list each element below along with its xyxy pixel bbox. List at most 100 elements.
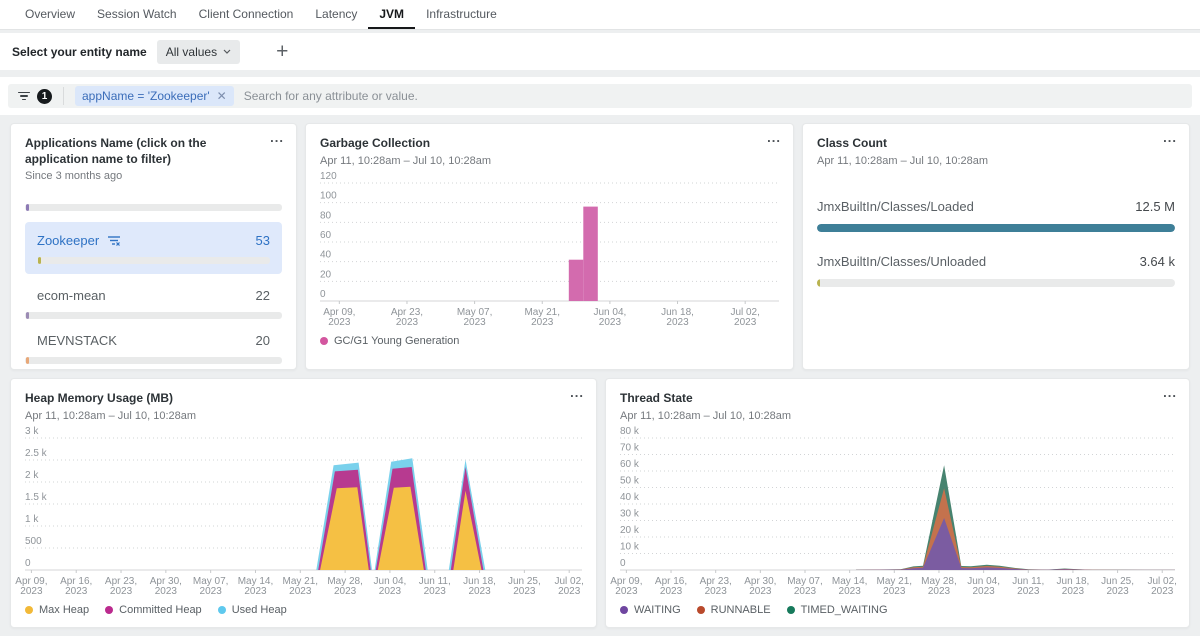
entity-values-dropdown[interactable]: All values (157, 40, 240, 64)
svg-text:2023: 2023 (1062, 586, 1085, 597)
garbage-collection-chart[interactable]: 020406080100120Apr 09,2023Apr 23,2023May… (320, 171, 779, 329)
legend-label: RUNNABLE (711, 604, 771, 616)
svg-text:2023: 2023 (424, 586, 447, 597)
svg-text:2023: 2023 (599, 317, 622, 328)
legend-dot-icon (218, 606, 226, 614)
ellipsis-menu-icon[interactable]: ... (767, 130, 781, 145)
app-item-ecom-mean[interactable]: ecom-mean 22 (25, 288, 282, 303)
svg-text:20: 20 (320, 269, 332, 280)
card-subtitle: Apr 11, 10:28am – Jul 10, 10:28am (620, 410, 1175, 422)
legend-item[interactable]: TIMED_WAITING (787, 604, 888, 616)
add-filter-button[interactable]: + (272, 41, 292, 62)
tab-session-watch[interactable]: Session Watch (86, 0, 188, 29)
tab-latency[interactable]: Latency (304, 0, 368, 29)
app-name: Zookeeper (37, 233, 99, 248)
legend-label: WAITING (634, 604, 681, 616)
legend-label: Max Heap (39, 604, 89, 616)
filter-band: 1 appName = 'Zookeeper' ✕ (0, 77, 1200, 115)
svg-text:2023: 2023 (334, 586, 357, 597)
svg-text:3 k: 3 k (25, 426, 39, 437)
filter-count-badge: 1 (37, 89, 52, 104)
svg-text:2 k: 2 k (25, 470, 39, 481)
legend-label: GC/G1 Young Generation (334, 335, 459, 347)
svg-text:60 k: 60 k (620, 459, 640, 470)
svg-text:10 k: 10 k (620, 541, 640, 552)
svg-text:2023: 2023 (558, 586, 581, 597)
svg-text:2023: 2023 (660, 586, 683, 597)
heap-memory-chart[interactable]: 05001 k1.5 k2 k2.5 k3 kApr 09,2023Apr 16… (25, 426, 582, 598)
app-item-mevnstack[interactable]: MEVNSTACK 20 (25, 333, 282, 348)
svg-text:80 k: 80 k (620, 426, 640, 437)
svg-text:2023: 2023 (531, 317, 554, 328)
tab-infrastructure[interactable]: Infrastructure (415, 0, 508, 29)
filter-remove-icon[interactable] (107, 235, 121, 247)
ellipsis-menu-icon[interactable]: ... (1163, 130, 1177, 145)
legend-item[interactable]: Used Heap (218, 604, 287, 616)
legend-item[interactable]: Committed Heap (105, 604, 202, 616)
class-count-list: JmxBuiltIn/Classes/Loaded 12.5 M JmxBuil… (803, 167, 1189, 287)
thread-state-chart[interactable]: 010 k20 k30 k40 k50 k60 k70 k80 kApr 09,… (620, 426, 1175, 598)
legend-dot-icon (320, 337, 328, 345)
card-title: Garbage Collection (320, 136, 779, 152)
legend-item[interactable]: GC/G1 Young Generation (320, 335, 459, 347)
ellipsis-menu-icon[interactable]: ... (1163, 385, 1177, 400)
svg-text:2023: 2023 (20, 586, 43, 597)
svg-text:2023: 2023 (1106, 586, 1129, 597)
legend-item[interactable]: Max Heap (25, 604, 89, 616)
svg-text:40: 40 (320, 249, 332, 260)
metric-bar (817, 224, 1175, 232)
legend-label: TIMED_WAITING (801, 604, 888, 616)
facet-bar (25, 204, 282, 211)
svg-text:2023: 2023 (65, 586, 88, 597)
metric-label: JmxBuiltIn/Classes/Loaded (817, 199, 974, 214)
chart-legend: Max Heap Committed Heap Used Heap (11, 598, 596, 616)
metric-label: JmxBuiltIn/Classes/Unloaded (817, 254, 986, 269)
filter-chip-label: appName = 'Zookeeper' (82, 89, 210, 103)
svg-text:2023: 2023 (244, 586, 267, 597)
svg-text:2023: 2023 (396, 317, 419, 328)
svg-text:2023: 2023 (734, 317, 757, 328)
search-input[interactable] (244, 89, 1182, 103)
legend-dot-icon (787, 606, 795, 614)
legend-label: Used Heap (232, 604, 287, 616)
svg-text:2023: 2023 (705, 586, 728, 597)
card-subtitle: Apr 11, 10:28am – Jul 10, 10:28am (817, 155, 1175, 167)
legend-dot-icon (620, 606, 628, 614)
svg-text:80: 80 (320, 210, 332, 221)
svg-text:70 k: 70 k (620, 442, 640, 453)
app-count: 53 (256, 233, 270, 248)
svg-text:1 k: 1 k (25, 514, 39, 525)
close-icon[interactable]: ✕ (217, 89, 227, 103)
svg-text:2023: 2023 (972, 586, 995, 597)
filter-funnel-icon[interactable] (18, 92, 30, 101)
svg-text:2023: 2023 (463, 317, 486, 328)
svg-text:2023: 2023 (749, 586, 772, 597)
svg-text:2023: 2023 (155, 586, 178, 597)
svg-text:2023: 2023 (110, 586, 133, 597)
svg-text:30 k: 30 k (620, 508, 640, 519)
tab-overview[interactable]: Overview (14, 0, 86, 29)
svg-text:500: 500 (25, 536, 42, 547)
filter-chip-appname[interactable]: appName = 'Zookeeper' ✕ (75, 86, 234, 106)
garbage-collection-card: Garbage Collection Apr 11, 10:28am – Jul… (305, 123, 794, 370)
metric-value: 3.64 k (1140, 254, 1175, 269)
card-title: Thread State (620, 391, 1175, 407)
app-item-zookeeper[interactable]: Zookeeper 53 (25, 222, 282, 274)
svg-text:120: 120 (320, 171, 337, 182)
ellipsis-menu-icon[interactable]: ... (270, 130, 284, 145)
chevron-down-icon (223, 49, 231, 54)
card-subtitle: Apr 11, 10:28am – Jul 10, 10:28am (320, 155, 779, 167)
svg-text:2023: 2023 (883, 586, 906, 597)
thread-state-card: Thread State Apr 11, 10:28am – Jul 10, 1… (605, 378, 1190, 628)
entity-filter-band: Select your entity name All values + (0, 33, 1200, 70)
legend-dot-icon (25, 606, 33, 614)
tab-jvm[interactable]: JVM (368, 0, 415, 29)
svg-text:2023: 2023 (200, 586, 223, 597)
svg-text:2023: 2023 (615, 586, 638, 597)
legend-item[interactable]: RUNNABLE (697, 604, 771, 616)
legend-item[interactable]: WAITING (620, 604, 681, 616)
ellipsis-menu-icon[interactable]: ... (570, 385, 584, 400)
tab-client-connection[interactable]: Client Connection (188, 0, 305, 29)
svg-text:2023: 2023 (289, 586, 312, 597)
svg-text:20 k: 20 k (620, 525, 640, 536)
